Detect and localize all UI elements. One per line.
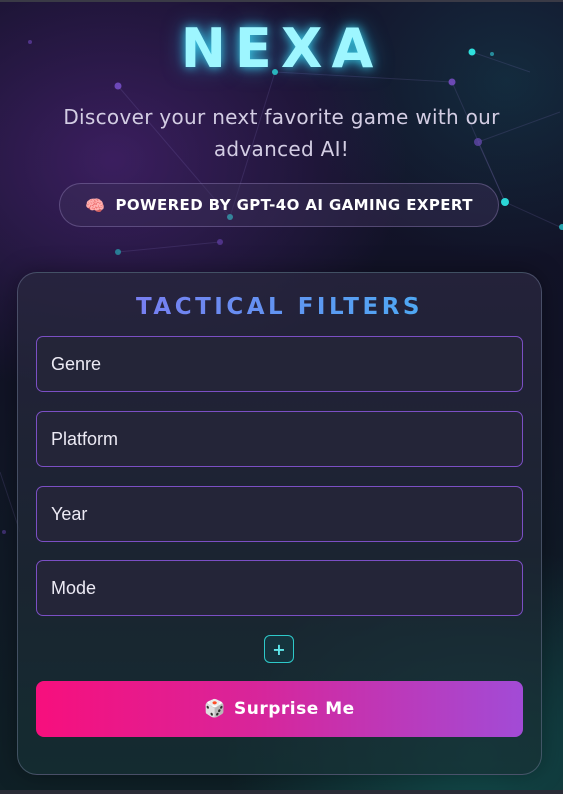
genre-select[interactable]: Genre [36, 336, 523, 392]
add-filter-button[interactable]: + [264, 635, 294, 663]
year-select[interactable]: Year [36, 486, 523, 542]
brain-icon: 🧠 [85, 195, 106, 215]
platform-select-label: Platform [51, 428, 119, 449]
app-logo: NEXA [180, 17, 383, 80]
mode-select[interactable]: Mode [36, 560, 523, 616]
plus-icon: + [272, 639, 286, 659]
bottom-divider [0, 790, 563, 794]
filters-title: TACTICAL FILTERS [17, 294, 542, 320]
surprise-me-label: Surprise Me [234, 699, 355, 719]
app-page: NEXA Discover your next favorite game wi… [0, 0, 563, 794]
dice-icon: 🎲 [204, 699, 227, 719]
powered-by-label: POWERED BY GPT-4O AI GAMING EXPERT [115, 196, 473, 214]
mode-select-label: Mode [51, 577, 97, 598]
tagline: Discover your next favorite game with ou… [63, 105, 500, 161]
genre-select-label: Genre [51, 353, 102, 374]
surprise-me-button[interactable]: 🎲 Surprise Me [36, 681, 523, 737]
year-select-label: Year [51, 503, 88, 524]
powered-by-badge: 🧠 POWERED BY GPT-4O AI GAMING EXPERT [59, 183, 499, 227]
platform-select[interactable]: Platform [36, 411, 523, 467]
